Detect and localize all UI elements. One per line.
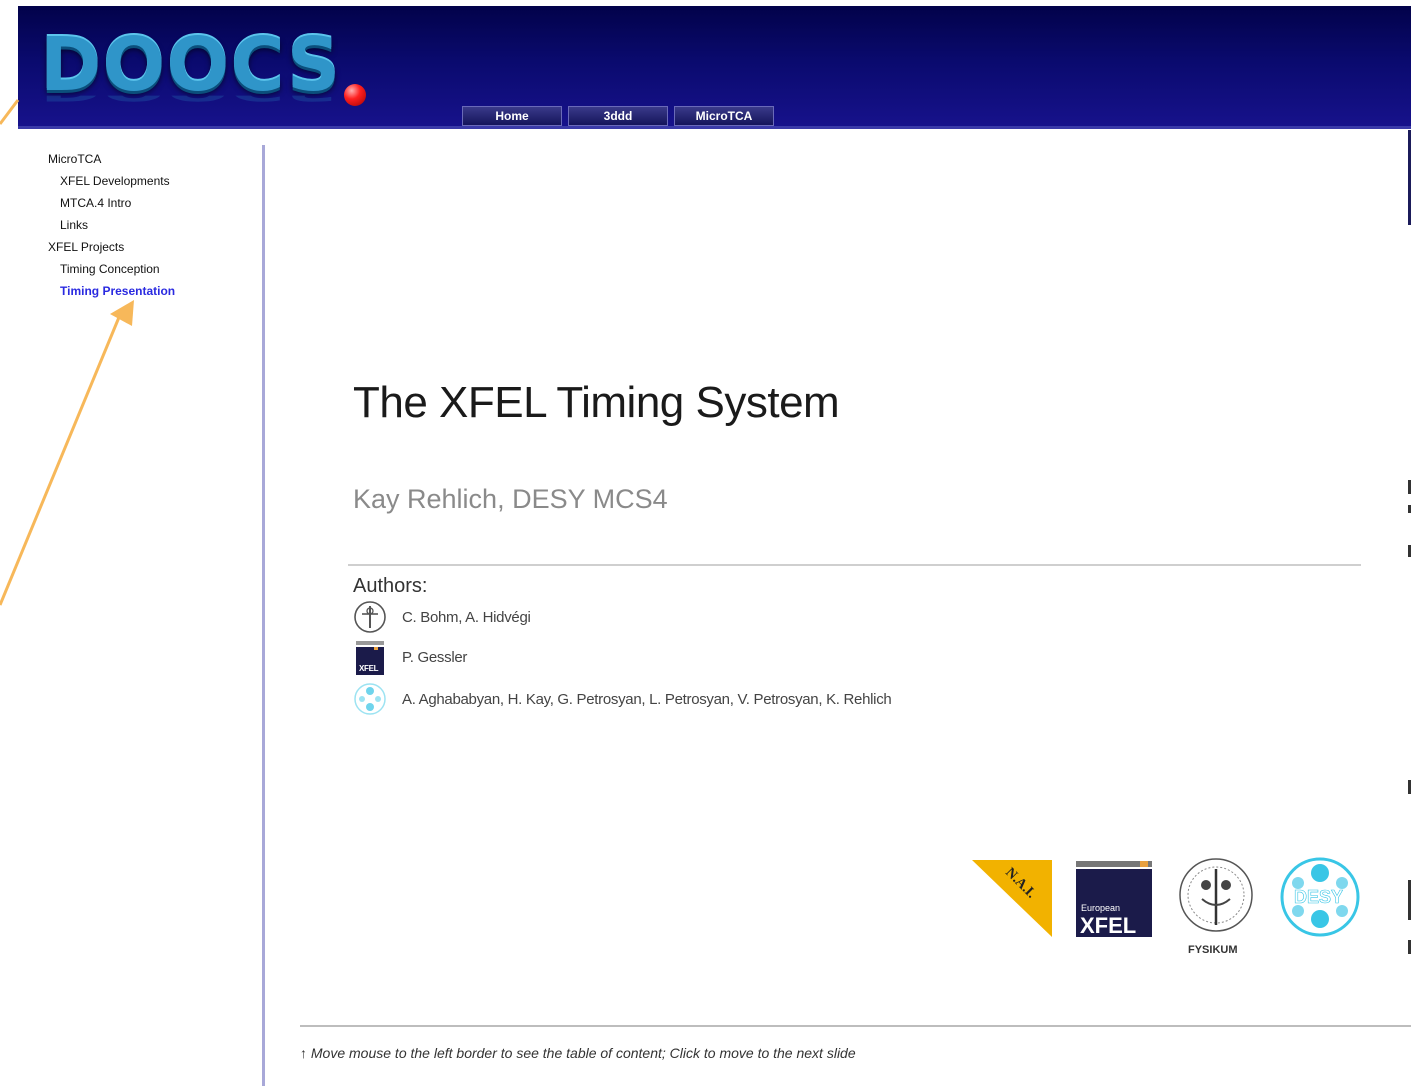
sidebar-item-xfel-developments[interactable]: XFEL Developments <box>48 170 175 192</box>
nav-tab-3ddd[interactable]: 3ddd <box>568 106 668 126</box>
sidebar-item-links[interactable]: Links <box>48 214 175 236</box>
slide-title: The XFEL Timing System <box>353 378 840 427</box>
author-names: C. Bohm, A. Hidvégi <box>402 608 531 626</box>
footer-navigation-hint: ↑ Move mouse to the left border to see t… <box>300 1045 856 1061</box>
sidebar-item-timing-conception[interactable]: Timing Conception <box>48 258 175 280</box>
logo-red-dot-icon <box>344 84 366 106</box>
sidebar-item-timing-presentation[interactable]: Timing Presentation <box>48 280 175 302</box>
xfel-logo-big-text: XFEL <box>1080 913 1136 938</box>
nai-logo-icon: N.A.I. <box>972 860 1052 937</box>
footer-divider <box>300 1025 1411 1027</box>
fysikum-text: FYSIKUM <box>1188 944 1238 956</box>
nav-tab-microtca[interactable]: MicroTCA <box>674 106 774 126</box>
top-nav: Home 3ddd MicroTCA <box>462 106 774 126</box>
desy-logo: DESY <box>1280 857 1360 937</box>
slide-subtitle: Kay Rehlich, DESY MCS4 <box>353 484 668 514</box>
annotation-line-logo <box>0 99 20 125</box>
xfel-logo-small-text: European <box>1081 903 1120 913</box>
authors-label: Authors: <box>353 575 428 597</box>
slide-divider <box>348 564 1361 566</box>
nav-tab-home[interactable]: Home <box>462 106 562 126</box>
doocs-logo[interactable]: DOOCS <box>40 28 341 102</box>
author-names: P. Gessler <box>402 648 468 666</box>
doocs-logo-reflection: DOOCS <box>40 96 341 104</box>
sidebar-section-microtca[interactable]: MicroTCA <box>48 148 175 170</box>
european-xfel-logo-icon: XFEL <box>352 640 388 675</box>
annotation-arrowhead-icon <box>110 300 134 326</box>
author-row-desy: A. Aghababyan, H. Kay, G. Petrosyan, L. … <box>352 682 892 716</box>
annotation-arrow-icon <box>0 309 124 606</box>
desy-logo-text: DESY <box>1294 887 1343 907</box>
sidebar-item-mtca4-intro[interactable]: MTCA.4 Intro <box>48 192 175 214</box>
fysikum-seal-icon: FYSIKUM <box>1179 858 1253 956</box>
right-edge-marks <box>1408 130 1411 954</box>
sidebar-nav: MicroTCA XFEL Developments MTCA.4 Intro … <box>48 148 175 302</box>
author-row-xfel: XFEL P. Gessler <box>352 640 468 675</box>
header-divider <box>18 126 1411 129</box>
author-row-stockholm: C. Bohm, A. Hidvégi <box>352 600 531 634</box>
sidebar-divider <box>262 145 265 1086</box>
svg-text:XFEL: XFEL <box>359 664 379 673</box>
stockholm-university-seal-icon <box>352 600 388 634</box>
author-names: A. Aghababyan, H. Kay, G. Petrosyan, L. … <box>402 690 892 708</box>
desy-logo-icon <box>352 682 388 716</box>
european-xfel-logo: European XFEL <box>1076 861 1152 938</box>
sidebar-section-xfel-projects[interactable]: XFEL Projects <box>48 236 175 258</box>
institution-logos: N.A.I. European XFEL FYSIKUM DESY <box>972 857 1360 956</box>
